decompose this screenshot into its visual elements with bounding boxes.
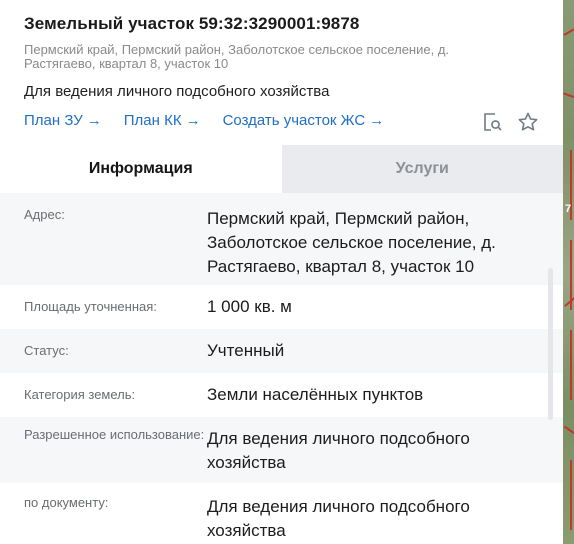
info-row-address: Адрес: Пермский край, Пермский район, За… xyxy=(0,193,563,285)
tab-services[interactable]: Услуги xyxy=(281,145,563,193)
arrow-right-icon: → xyxy=(86,112,102,129)
plan-kk-link[interactable]: План КК → xyxy=(124,112,201,129)
header-actions xyxy=(481,111,539,133)
info-value[interactable]: Для ведения личного подсобного хозяйства xyxy=(207,495,539,544)
info-row-land-category: Категория земель: Земли населённых пункт… xyxy=(0,373,563,417)
map-background[interactable] xyxy=(563,0,574,544)
search-document-icon[interactable] xyxy=(481,111,503,133)
info-value[interactable]: Пермский край, Пермский район, Заболотск… xyxy=(207,207,539,285)
info-row-permitted-use: Разрешенное использование: Для ведения л… xyxy=(0,417,563,483)
action-links: План ЗУ → План КК → Создать участок ЖС → xyxy=(24,112,539,129)
link-label: План КК xyxy=(123,112,182,129)
info-key: по документу: xyxy=(24,495,109,510)
link-label: Создать участок ЖС xyxy=(222,112,366,129)
info-value[interactable]: Земли населённых пунктов xyxy=(207,383,539,407)
map-boundary-line xyxy=(563,26,574,36)
tabs: Информация Услуги xyxy=(0,145,563,193)
map-boundary-line xyxy=(563,425,574,437)
info-key: Площадь уточненная: xyxy=(24,299,157,314)
map-boundary-line xyxy=(570,330,572,400)
info-value[interactable]: Для ведения личного подсобного хозяйства xyxy=(207,427,539,483)
map-boundary-line xyxy=(563,92,574,100)
parcel-purpose: Для ведения личного подсобного хозяйства xyxy=(24,83,330,100)
info-key: Разрешенное использование: xyxy=(24,427,205,442)
star-icon[interactable] xyxy=(517,111,539,133)
info-row-by-document: по документу: Для ведения личного подсоб… xyxy=(0,483,563,544)
link-label: План ЗУ xyxy=(24,112,83,129)
info-row-status: Статус: Учтенный xyxy=(0,329,563,373)
create-parcel-link[interactable]: Создать участок ЖС → xyxy=(223,112,385,129)
arrow-right-icon: → xyxy=(185,112,201,129)
arrow-right-icon: → xyxy=(369,112,385,129)
parcel-title: Земельный участок 59:32:3290001:9878 xyxy=(24,14,360,33)
parcel-address: Пермский край, Пермский район, Заболотск… xyxy=(24,42,450,71)
map-boundary-line xyxy=(570,460,572,530)
info-key: Адрес: xyxy=(24,207,65,222)
map-parcel-label: 7 xyxy=(565,203,572,215)
plan-zu-link[interactable]: План ЗУ → xyxy=(24,112,102,129)
info-table: Адрес: Пермский край, Пермский район, За… xyxy=(0,193,563,544)
info-row-area: Площадь уточненная: 1 000 кв. м xyxy=(0,285,563,329)
card-header: Земельный участок 59:32:3290001:9878 Пер… xyxy=(0,0,563,145)
info-value[interactable]: Учтенный xyxy=(207,339,539,363)
scrollbar-thumb[interactable] xyxy=(548,268,553,420)
info-key: Категория земель: xyxy=(24,387,136,402)
parcel-card: Земельный участок 59:32:3290001:9878 Пер… xyxy=(0,0,563,544)
tab-information[interactable]: Информация xyxy=(0,145,282,193)
info-key: Статус: xyxy=(24,343,69,358)
info-value[interactable]: 1 000 кв. м xyxy=(207,295,539,319)
